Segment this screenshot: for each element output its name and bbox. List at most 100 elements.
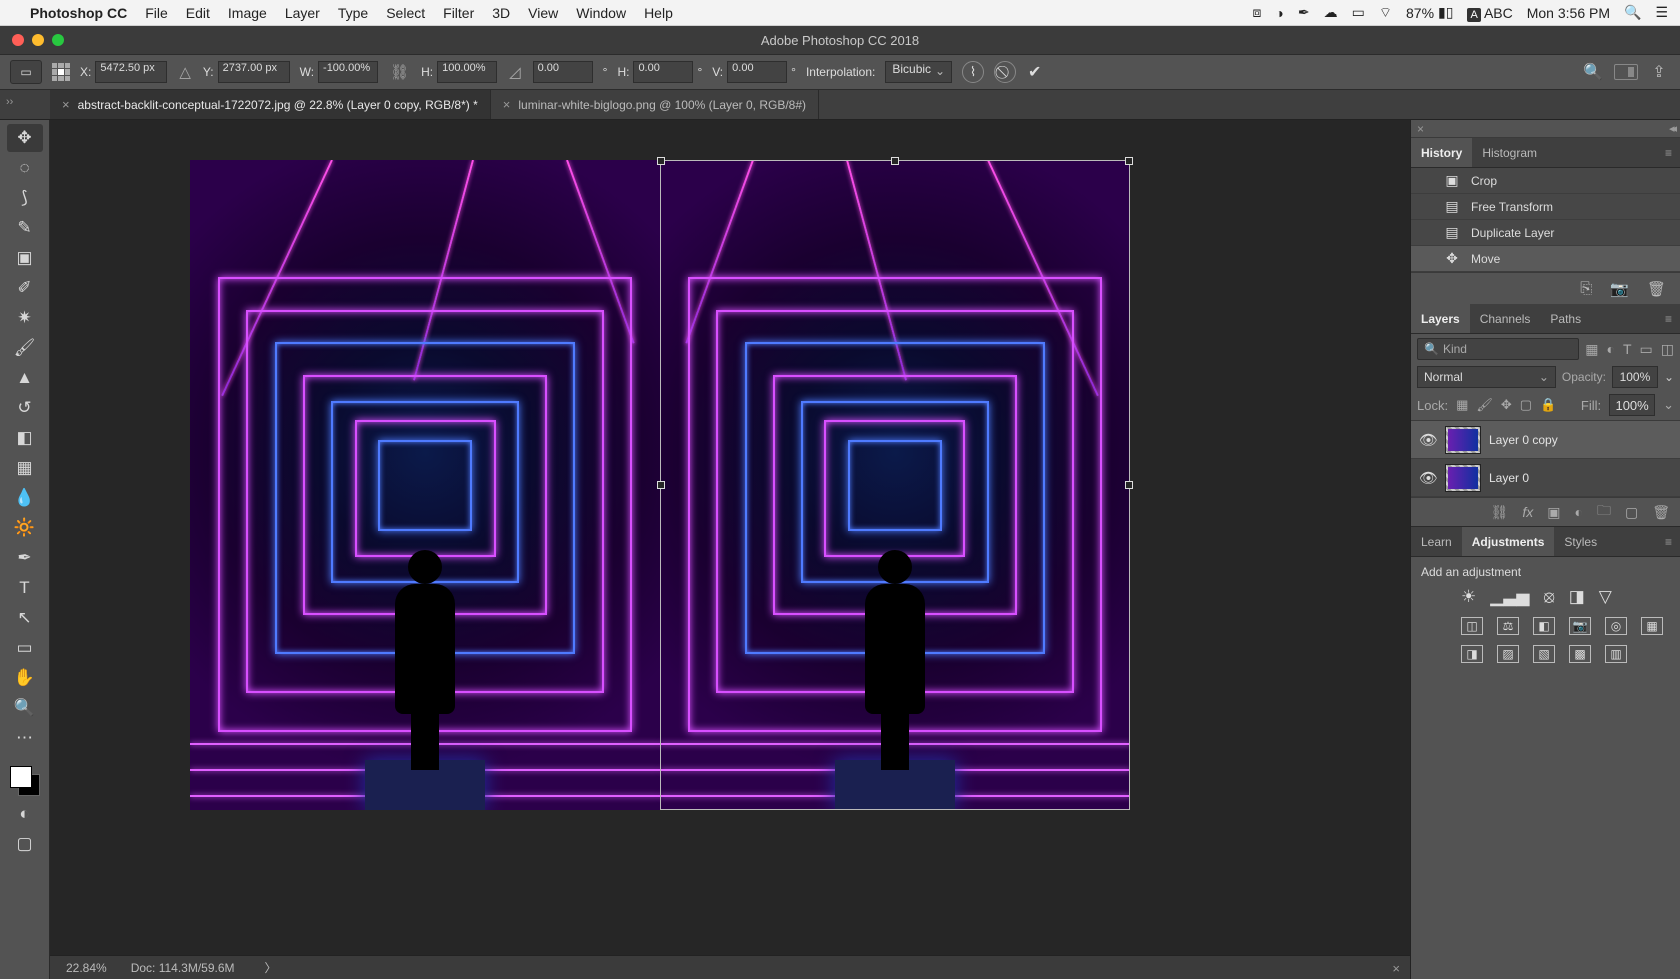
close-panel-icon[interactable]: × <box>1417 122 1424 136</box>
x-input[interactable]: 5472.50 px <box>95 61 167 83</box>
panel-menu-icon[interactable]: ≡ <box>1657 138 1680 167</box>
filter-shape-layers-icon[interactable]: ▭ <box>1640 341 1653 358</box>
layer-row[interactable]: 👁 Layer 0 copy <box>1411 421 1680 459</box>
menu-help[interactable]: Help <box>644 5 673 21</box>
window-close-button[interactable] <box>12 34 24 46</box>
display-icon[interactable]: ▭ <box>1352 4 1365 21</box>
menu-window[interactable]: Window <box>576 5 626 21</box>
fill-input[interactable]: 100% <box>1609 394 1655 416</box>
layer-filter-select[interactable]: 🔍 Kind <box>1417 338 1579 360</box>
filter-smart-objects-icon[interactable]: ◫ <box>1661 341 1674 358</box>
visibility-toggle-icon[interactable]: 👁 <box>1419 469 1437 487</box>
window-minimize-button[interactable] <box>32 34 44 46</box>
lock-pixels-icon[interactable]: 🖌 <box>1476 397 1493 413</box>
layer-row[interactable]: 👁 Layer 0 <box>1411 459 1680 497</box>
expand-docs-icon[interactable]: ›› <box>6 96 13 108</box>
tab-histogram[interactable]: Histogram <box>1472 138 1547 167</box>
healing-brush-tool[interactable]: ✷ <box>7 304 43 332</box>
brightness-contrast-icon[interactable]: ☀ <box>1461 587 1476 607</box>
quick-select-tool[interactable]: ✎ <box>7 214 43 242</box>
menu-3d[interactable]: 3D <box>492 5 510 21</box>
share-icon[interactable]: ⇪ <box>1648 61 1670 83</box>
tab-channels[interactable]: Channels <box>1470 304 1541 333</box>
control-center-icon[interactable]: ☰ <box>1655 4 1668 21</box>
rotation-input[interactable]: 0.00 <box>533 61 593 83</box>
photo-filter-icon[interactable]: 📷 <box>1569 617 1591 635</box>
layer-thumbnail[interactable] <box>1445 426 1481 454</box>
tab-learn[interactable]: Learn <box>1411 527 1462 556</box>
delete-layer-icon[interactable]: 🗑 <box>1652 504 1670 521</box>
zoom-tool[interactable]: 🔍 <box>7 694 43 722</box>
app-menu-name[interactable]: Photoshop CC <box>30 5 127 21</box>
path-select-tool[interactable]: ↖ <box>7 604 43 632</box>
pen-tool[interactable]: ✒ <box>7 544 43 572</box>
selective-color-icon[interactable]: ▥ <box>1605 645 1627 663</box>
layer-name[interactable]: Layer 0 <box>1489 471 1529 485</box>
delete-state-icon[interactable]: 🗑 <box>1647 280 1666 298</box>
chevron-down-icon[interactable]: ⌄ <box>1664 370 1674 384</box>
wifi-icon[interactable]: ⌔ <box>1379 4 1392 22</box>
interpolation-select[interactable]: Bicubic <box>885 61 952 83</box>
menu-edit[interactable]: Edit <box>186 5 210 21</box>
blur-tool[interactable]: 💧 <box>7 484 43 512</box>
timeline-close-icon[interactable]: × <box>1392 961 1400 976</box>
lock-position-icon[interactable]: ✥ <box>1501 397 1512 413</box>
transform-handle[interactable] <box>657 481 665 489</box>
delta-icon[interactable]: △ <box>177 63 193 81</box>
hue-sat-icon[interactable]: ◫ <box>1461 617 1483 635</box>
y-input[interactable]: 2737.00 px <box>218 61 290 83</box>
new-group-icon[interactable]: 🗀 <box>1597 500 1611 524</box>
history-item[interactable]: ✥ Move <box>1411 246 1680 272</box>
eyedropper-tool[interactable]: ✐ <box>7 274 43 302</box>
close-tab-icon[interactable]: × <box>503 97 511 112</box>
edit-toolbar-icon[interactable]: ⋯ <box>7 724 43 752</box>
vskew-input[interactable]: 0.00 <box>727 61 787 83</box>
invert-icon[interactable]: ◨ <box>1461 645 1483 663</box>
zoom-level[interactable]: 22.84% <box>66 961 107 975</box>
menu-image[interactable]: Image <box>228 5 267 21</box>
history-item[interactable]: ▣ Crop <box>1411 168 1680 194</box>
new-doc-from-state-icon[interactable]: ⎘ <box>1580 280 1592 297</box>
tab-styles[interactable]: Styles <box>1554 527 1607 556</box>
hand-tool[interactable]: ✋ <box>7 664 43 692</box>
canvas-area[interactable]: 22.84% Doc: 114.3M/59.6M 〉 × <box>50 120 1410 979</box>
menu-type[interactable]: Type <box>338 5 368 21</box>
black-white-icon[interactable]: ◧ <box>1533 617 1555 635</box>
lock-all-icon[interactable]: 🔒 <box>1540 397 1556 413</box>
clone-stamp-tool[interactable]: ▲ <box>7 364 43 392</box>
blend-mode-select[interactable]: Normal <box>1417 366 1556 388</box>
tab-adjustments[interactable]: Adjustments <box>1462 527 1555 556</box>
cancel-transform-button[interactable]: ⃠ <box>994 61 1016 83</box>
panel-menu-icon[interactable]: ≡ <box>1657 527 1680 556</box>
battery-status[interactable]: 87% ▮▯ <box>1406 4 1453 21</box>
tab-history[interactable]: History <box>1411 138 1472 167</box>
transform-bounding-box[interactable] <box>660 160 1130 810</box>
levels-icon[interactable]: ▁▃▅ <box>1490 587 1529 607</box>
marquee-tool[interactable]: ◌ <box>7 154 43 182</box>
reference-point-grid[interactable] <box>52 63 70 81</box>
channel-mixer-icon[interactable]: ◎ <box>1605 617 1627 635</box>
warp-mode-button[interactable]: ⌇ <box>962 61 984 83</box>
layer-name[interactable]: Layer 0 copy <box>1489 433 1558 447</box>
document-canvas[interactable] <box>190 160 1130 810</box>
panel-menu-icon[interactable]: ≡ <box>1657 304 1680 333</box>
layer-thumbnail[interactable] <box>1445 464 1481 492</box>
collapse-panel-icon[interactable]: ◂◂ <box>1669 122 1674 135</box>
tab-paths[interactable]: Paths <box>1540 304 1591 333</box>
link-layers-icon[interactable]: ⛓ <box>1491 504 1509 521</box>
w-input[interactable]: -100.00% <box>318 61 378 83</box>
history-item[interactable]: ▤ Free Transform <box>1411 194 1680 220</box>
clock[interactable]: Mon 3:56 PM <box>1527 5 1610 21</box>
menu-layer[interactable]: Layer <box>285 5 320 21</box>
close-tab-icon[interactable]: × <box>62 97 70 112</box>
lock-artboard-icon[interactable]: ▢ <box>1520 397 1532 413</box>
history-brush-tool[interactable]: ↺ <box>7 394 43 422</box>
chevron-down-icon[interactable]: ⌄ <box>1663 397 1674 413</box>
status-circle-icon[interactable]: ◑ <box>1275 5 1283 21</box>
h-input[interactable]: 100.00% <box>437 61 497 83</box>
posterize-icon[interactable]: ▨ <box>1497 645 1519 663</box>
gradient-map-icon[interactable]: ▩ <box>1569 645 1591 663</box>
quick-mask-icon[interactable]: ◐ <box>7 800 43 828</box>
rectangle-tool[interactable]: ▭ <box>7 634 43 662</box>
status-flyout-icon[interactable]: 〉 <box>265 959 277 976</box>
